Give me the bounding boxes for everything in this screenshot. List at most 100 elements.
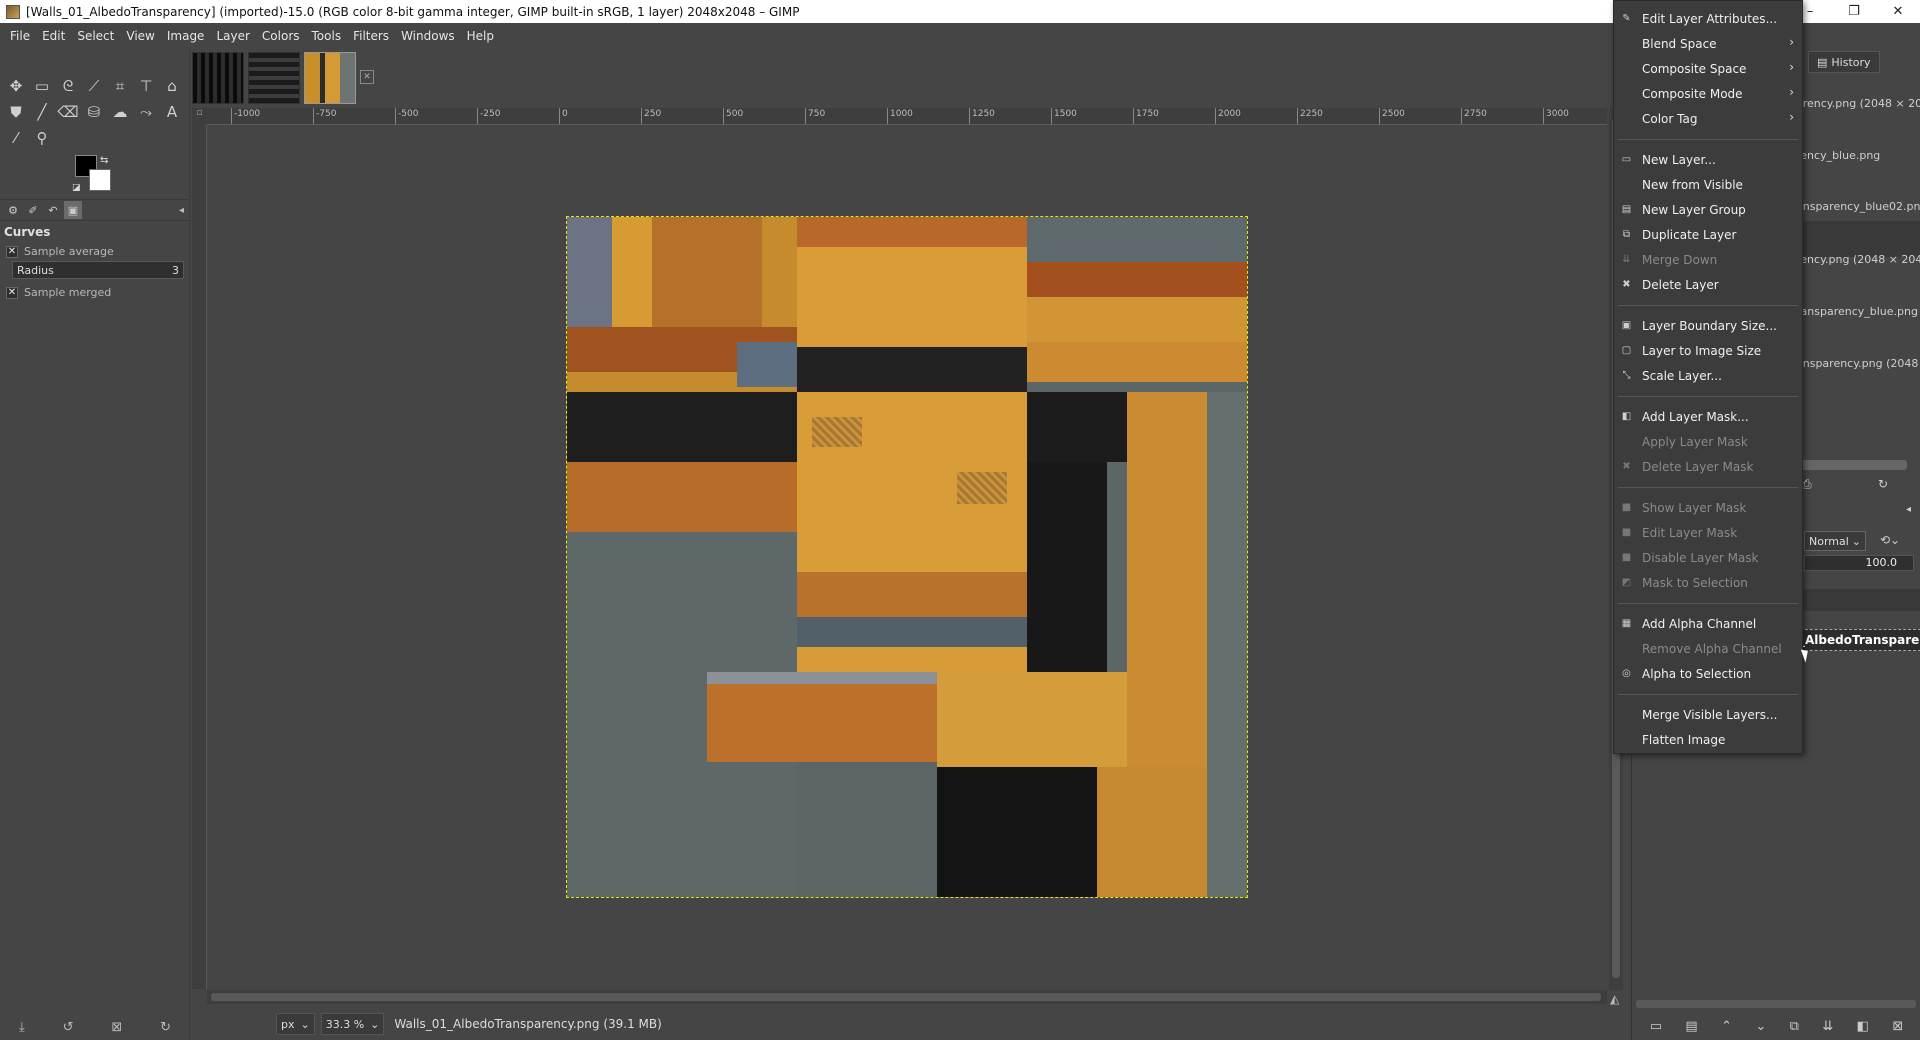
restore-options-icon[interactable]: ↺ [63,1020,74,1035]
rect-select-tool-icon[interactable]: ▭ [30,74,54,98]
menu-file[interactable]: File [4,23,36,49]
warp-tool-icon[interactable]: ⌂ [160,74,184,98]
zoom-tool-icon[interactable]: ⚲ [30,126,54,150]
menu-item-new-layer[interactable]: ▭ New Layer... [1614,147,1802,172]
save-options-icon[interactable]: ⤓ [19,1020,25,1035]
duplicate-layer-icon[interactable]: ⧉ [1790,1019,1799,1034]
move-tool-icon[interactable]: ✥ [4,74,28,98]
image-tab-thumbnail[interactable] [192,52,244,104]
image-list-item[interactable]: rency_blue.png [1796,149,1880,162]
menu-item-alpha-to-selection[interactable]: ◎ Alpha to Selection [1614,661,1802,686]
image-list-item[interactable]: rency.png (2048 × 204 [1796,253,1920,266]
lock-row [1790,589,1920,611]
menu-item-composite-mode[interactable]: Composite Mode › [1614,81,1802,106]
sample-average-checkbox[interactable]: ✕ [6,245,18,258]
menu-item-add-layer-mask[interactable]: ◧ Add Layer Mask... [1614,404,1802,429]
navigate-icon[interactable]: ◭ [1610,992,1619,1006]
merge-down-icon[interactable]: ⇊ [1822,1019,1833,1034]
menu-item-merge-visible-layers[interactable]: Merge Visible Layers... [1614,702,1802,727]
delete-options-icon[interactable]: ⊠ [111,1020,122,1035]
eraser-tool-icon[interactable]: ⌫ [56,100,80,124]
add-mask-icon[interactable]: ◧ [1857,1019,1869,1034]
unit-selector[interactable]: px ⌄ [276,1013,315,1035]
tab-history[interactable]: ▤ History [1808,51,1880,73]
menu-item-composite-space[interactable]: Composite Space › [1614,56,1802,81]
menu-item-new-layer-group[interactable]: ▤ New Layer Group [1614,197,1802,222]
tool-options-tab-icon[interactable]: ⚙ [4,201,22,219]
new-layer-icon[interactable]: ▭ [1650,1019,1662,1034]
images-scrollbar[interactable] [1797,460,1907,470]
color-picker-tool-icon[interactable]: ⁄ [4,126,28,150]
menu-filters[interactable]: Filters [347,23,395,49]
menu-select[interactable]: Select [71,23,120,49]
layer-row-name[interactable]: _AlbedoTransparenc [1790,629,1920,651]
images-tab-icon[interactable]: ▣ [64,201,82,219]
paths-tool-icon[interactable]: ⤳ [134,100,158,124]
delete-layer-icon[interactable]: ⊠ [1892,1019,1903,1034]
layer-mode-selector[interactable]: Normal ⌄ [1804,531,1866,551]
transform-tool-icon[interactable]: ⊤ [134,74,158,98]
image-tab-thumbnail-active[interactable] [304,52,356,104]
menu-item-layer-boundary-size[interactable]: ▣ Layer Boundary Size... [1614,313,1802,338]
new-layer-group-icon[interactable]: ▤ [1685,1019,1697,1034]
sample-average-option[interactable]: ✕ Sample average [6,245,114,258]
menu-colors[interactable]: Colors [256,23,306,49]
horizontal-scrollbar[interactable] [207,990,1607,1004]
swap-colors-icon[interactable]: ⇆ [100,155,108,166]
image-list-item[interactable]: ransparency_blue.png ( [1796,305,1920,318]
menu-layer[interactable]: Layer [210,23,255,49]
menu-item-layer-to-image-size[interactable]: ▢ Layer to Image Size [1614,338,1802,363]
clone-tool-icon[interactable]: ⛁ [82,100,106,124]
device-status-tab-icon[interactable]: ✐ [24,201,42,219]
bucket-fill-tool-icon[interactable]: ⛊ [4,100,28,124]
menu-item-duplicate-layer[interactable]: ⧉ Duplicate Layer [1614,222,1802,247]
menu-item-flatten-image[interactable]: Flatten Image [1614,727,1802,752]
layers-scrollbar[interactable] [1636,1000,1916,1008]
crop-tool-icon[interactable]: ⌗ [108,74,132,98]
configure-tab-icon[interactable]: ◂ [179,205,184,216]
image-list-item[interactable]: arency.png (2048 × 20 [1796,97,1920,110]
default-colors-icon[interactable]: ◪ [72,183,81,193]
fuzzy-select-tool-icon[interactable]: ⟋ [82,74,106,98]
refresh-icon[interactable]: ↻ [1878,477,1888,491]
texture-image[interactable] [566,216,1248,898]
image-list-item[interactable]: ansparency.png (2048 [1796,357,1918,370]
background-color[interactable] [89,169,111,191]
restore-button[interactable]: ❐ [1832,0,1876,23]
reset-options-icon[interactable]: ↻ [160,1020,171,1035]
menu-help[interactable]: Help [461,23,500,49]
menu-tools[interactable]: Tools [306,23,348,49]
lasso-tool-icon[interactable]: ᘓ [56,74,80,98]
menu-item-blend-space[interactable]: Blend Space › [1614,31,1802,56]
menu-edit[interactable]: Edit [36,23,71,49]
menu-item-scale-layer[interactable]: ⤡ Scale Layer... [1614,363,1802,388]
close-button[interactable]: ✕ [1876,0,1920,23]
menu-view[interactable]: View [120,23,160,49]
raise-layer-icon[interactable]: ⌃ [1721,1019,1732,1034]
canvas-area[interactable] [207,125,1607,989]
undo-history-tab-icon[interactable]: ↶ [44,201,62,219]
menu-item-add-alpha-channel[interactable]: ▦ Add Alpha Channel [1614,611,1802,636]
smudge-tool-icon[interactable]: ☁ [108,100,132,124]
lower-layer-icon[interactable]: ⌄ [1755,1019,1766,1034]
image-tab-thumbnail[interactable] [248,52,300,104]
sample-merged-option[interactable]: ✕ Sample merged [6,286,111,299]
image-list-item[interactable]: ansparency_blue02.pn [1796,200,1920,213]
print-icon[interactable]: ⎙ [1802,477,1812,492]
menu-item-delete-layer[interactable]: ✖ Delete Layer [1614,272,1802,297]
radius-spinner[interactable]: Radius 3 [12,261,184,279]
ruler-corner[interactable]: ▫ [192,108,207,125]
text-tool-icon[interactable]: A [160,100,184,124]
menu-windows[interactable]: Windows [395,23,461,49]
reset-mode-icon[interactable]: ⟲⌄ [1880,533,1900,547]
configure-tab-icon[interactable]: ◂ [1906,504,1911,515]
paintbrush-tool-icon[interactable]: ╱ [30,100,54,124]
zoom-selector[interactable]: 33.3 % ⌄ [320,1013,385,1035]
sample-merged-checkbox[interactable]: ✕ [6,286,18,299]
menu-image[interactable]: Image [161,23,211,49]
opacity-spinner[interactable]: 100.0 [1804,555,1914,571]
menu-item-color-tag[interactable]: Color Tag › [1614,106,1802,131]
menu-item-new-from-visible[interactable]: New from Visible [1614,172,1802,197]
close-tab-icon[interactable]: ✕ [360,70,374,84]
menu-item-edit-layer-attributes[interactable]: ✎ Edit Layer Attributes... [1614,6,1802,31]
